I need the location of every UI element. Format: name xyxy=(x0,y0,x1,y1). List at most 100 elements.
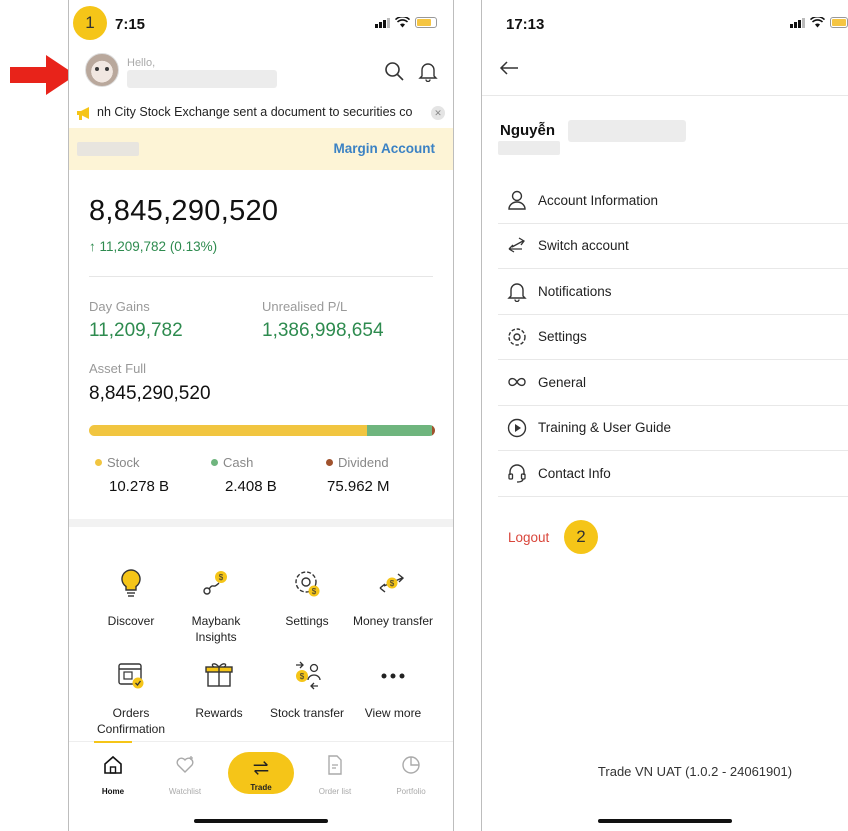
status-bar: 17:13 xyxy=(482,0,848,48)
search-icon[interactable] xyxy=(383,60,405,82)
menu-item-label: Settings xyxy=(538,329,587,345)
tab-label: Watchlist xyxy=(168,787,202,796)
day-gains-value: 11,209,782 xyxy=(89,320,183,341)
wifi-icon xyxy=(810,17,825,28)
menu-item-label: Switch account xyxy=(538,238,629,254)
tab-home[interactable]: Home xyxy=(81,754,145,796)
tab-order-list[interactable]: Order list xyxy=(303,754,367,796)
menu-item-training-user-guide[interactable]: Training & User Guide xyxy=(498,406,848,451)
view-more-button[interactable]: View more xyxy=(349,658,437,721)
total-change: ↑ 11,209,782 (0.13%) xyxy=(89,239,218,254)
svg-text:$: $ xyxy=(312,587,317,596)
grid-label: Stock transfer xyxy=(269,706,345,720)
divider xyxy=(89,276,433,277)
margin-account-link[interactable]: Margin Account xyxy=(333,141,435,156)
header-divider xyxy=(482,95,848,96)
settings-button[interactable]: $ Settings xyxy=(263,566,351,629)
legend-label: Dividend xyxy=(338,455,389,470)
grid-label: Settings xyxy=(285,614,329,628)
switch-arrows-icon xyxy=(508,237,525,253)
menu-item-switch-account[interactable]: Switch account xyxy=(498,224,848,269)
menu-item-label: Contact Info xyxy=(538,465,611,481)
legend-dividend: Dividend xyxy=(326,455,389,470)
tab-label: Trade xyxy=(250,783,272,792)
stock-transfer-icon: $ xyxy=(296,661,321,690)
swap-icon xyxy=(253,761,269,775)
svg-text:$: $ xyxy=(390,579,395,588)
avatar[interactable] xyxy=(85,53,119,87)
headset-icon xyxy=(508,464,526,483)
account-menu: Account Information Switch account Notif… xyxy=(498,178,848,497)
wifi-icon xyxy=(395,17,410,28)
legend-stock: Stock xyxy=(95,455,140,470)
menu-item-label: Account Information xyxy=(538,192,659,208)
news-ticker[interactable]: nh City Stock Exchange sent a document t… xyxy=(69,100,453,126)
gear-icon xyxy=(508,328,526,346)
orders-confirmation-button[interactable]: Orders Confirmation xyxy=(87,658,175,737)
signal-icon xyxy=(790,17,805,28)
back-arrow-icon[interactable] xyxy=(498,58,520,78)
money-transfer-button[interactable]: $ Money transfer xyxy=(349,566,437,629)
asset-full-value: 8,845,290,520 xyxy=(89,383,211,404)
tab-label: Portfolio xyxy=(396,787,426,796)
stock-transfer-button[interactable]: $ Stock transfer xyxy=(263,658,351,721)
legend-dot xyxy=(326,459,333,466)
step-badge-2: 2 xyxy=(564,520,598,554)
grid-label: Maybank Insights xyxy=(191,614,241,644)
menu-item-contact-info[interactable]: Contact Info xyxy=(498,451,848,497)
allocation-segment-cash xyxy=(366,425,432,436)
insights-icon: $ xyxy=(203,571,227,595)
user-icon xyxy=(508,191,526,210)
menu-item-account-information[interactable]: Account Information xyxy=(498,178,848,224)
status-bar: 7:15 xyxy=(69,0,453,48)
trade-button[interactable]: Trade xyxy=(228,752,294,794)
lightbulb-icon xyxy=(121,569,141,597)
tab-portfolio[interactable]: Portfolio xyxy=(379,754,443,796)
grid-label: Money transfer xyxy=(352,614,434,628)
dividend-value: 75.962 M xyxy=(327,478,390,495)
legend-cash: Cash xyxy=(211,455,253,470)
status-time: 7:15 xyxy=(115,16,146,33)
battery-icon xyxy=(830,17,848,28)
grid-label: View more xyxy=(364,706,422,720)
heart-plus-icon xyxy=(176,756,194,773)
pie-chart-icon xyxy=(402,756,420,774)
home-indicator xyxy=(194,819,328,823)
battery-icon xyxy=(415,17,437,28)
menu-item-settings[interactable]: Settings xyxy=(498,315,848,360)
gift-icon xyxy=(205,663,233,687)
maybank-insights-button[interactable]: $ Maybank Insights xyxy=(172,566,260,645)
active-tab-indicator xyxy=(94,741,132,743)
legend-dot xyxy=(211,459,218,466)
app-version: Trade VN UAT (1.0.2 - 24061901) xyxy=(597,764,793,779)
total-asset-value: 8,845,290,520 xyxy=(89,195,279,227)
greeting-text: Hello, xyxy=(127,57,156,69)
logout-button[interactable]: Logout xyxy=(508,530,549,545)
home-indicator xyxy=(598,819,732,823)
ticker-text: nh City Stock Exchange sent a document t… xyxy=(97,105,413,119)
unrealised-value: 1,386,998,654 xyxy=(262,320,384,341)
grid-label: Orders Confirmation xyxy=(96,706,166,736)
tab-label: Order list xyxy=(318,787,352,796)
redacted-user-name xyxy=(127,70,277,88)
svg-text:$: $ xyxy=(219,573,224,582)
ticker-close-icon[interactable]: ✕ xyxy=(431,106,445,120)
tab-watchlist[interactable]: Watchlist xyxy=(153,754,217,796)
megaphone-icon xyxy=(77,107,89,120)
svg-text:$: $ xyxy=(300,672,305,681)
bell-icon[interactable] xyxy=(417,60,439,82)
home-icon xyxy=(104,755,122,774)
day-gains-label: Day Gains xyxy=(89,299,150,314)
allocation-segment-dividend xyxy=(431,425,435,436)
grid-label: Rewards xyxy=(195,706,243,720)
rewards-button[interactable]: Rewards xyxy=(175,658,263,721)
menu-item-general[interactable]: General xyxy=(498,360,848,406)
tab-label: Home xyxy=(101,787,125,796)
menu-item-notifications[interactable]: Notifications xyxy=(498,269,848,315)
infinity-icon xyxy=(508,378,526,387)
allocation-bar xyxy=(89,425,435,436)
discover-button[interactable]: Discover xyxy=(87,566,175,629)
menu-item-label: General xyxy=(538,374,587,390)
grid-label: Discover xyxy=(107,614,155,628)
unrealised-label: Unrealised P/L xyxy=(262,299,348,314)
